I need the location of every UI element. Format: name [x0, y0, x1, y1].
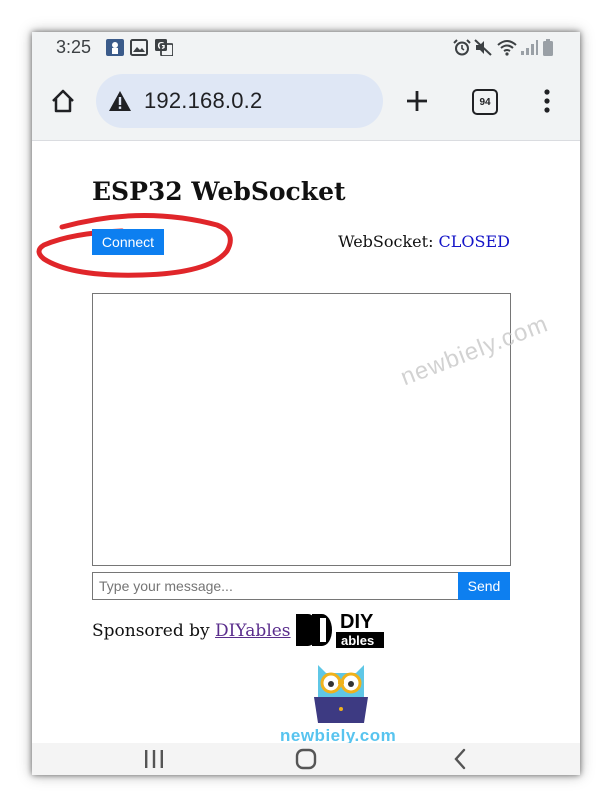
system-nav-bar [32, 743, 580, 775]
svg-text:ables: ables [341, 633, 374, 648]
websocket-label: WebSocket: [338, 232, 434, 251]
alarm-icon [453, 39, 471, 56]
status-time: 3:25 [56, 37, 92, 57]
sponsor-link[interactable]: DIYables [215, 621, 291, 641]
home-icon[interactable] [48, 86, 78, 116]
mute-icon [474, 39, 492, 56]
new-tab-icon[interactable] [402, 86, 432, 116]
menu-icon[interactable] [538, 86, 556, 116]
address-bar[interactable]: 192.168.0.2 [96, 74, 383, 128]
battery-icon [542, 39, 560, 56]
svg-text:DIY: DIY [340, 611, 374, 633]
notification-app-icon [106, 39, 124, 56]
recent-apps-icon[interactable] [132, 743, 176, 775]
web-page: ESP32 WebSocket Connect WebSocket: CLOSE… [32, 141, 580, 745]
message-log[interactable] [92, 293, 511, 566]
send-button[interactable]: Send [458, 572, 510, 600]
page-title: ESP32 WebSocket [92, 177, 346, 206]
signal-icon [520, 39, 538, 56]
image-icon [130, 39, 148, 56]
diyables-logo: DIY ables [296, 611, 384, 648]
websocket-state: CLOSED [438, 232, 510, 251]
phone-screen: 3:25 G 192.168.0.2 94 ESP32 WebSocket Co… [32, 32, 580, 775]
translate-icon: G [155, 39, 174, 57]
status-bar: 3:25 G [32, 32, 580, 62]
websocket-status: WebSocket: CLOSED [338, 232, 510, 251]
wifi-icon [497, 39, 517, 56]
connect-button[interactable]: Connect [92, 229, 164, 255]
tabs-icon[interactable]: 94 [472, 89, 498, 115]
message-input[interactable] [92, 572, 459, 600]
sponsor-line: Sponsored by DIYables [92, 621, 291, 641]
browser-toolbar: 192.168.0.2 94 [32, 62, 580, 141]
url-text[interactable]: 192.168.0.2 [144, 88, 262, 114]
back-icon[interactable] [438, 743, 482, 775]
sponsor-text: Sponsored by [92, 621, 210, 641]
home-circle-icon[interactable] [284, 743, 328, 775]
owl-mascot-icon [314, 665, 368, 723]
warning-icon[interactable] [108, 90, 132, 112]
